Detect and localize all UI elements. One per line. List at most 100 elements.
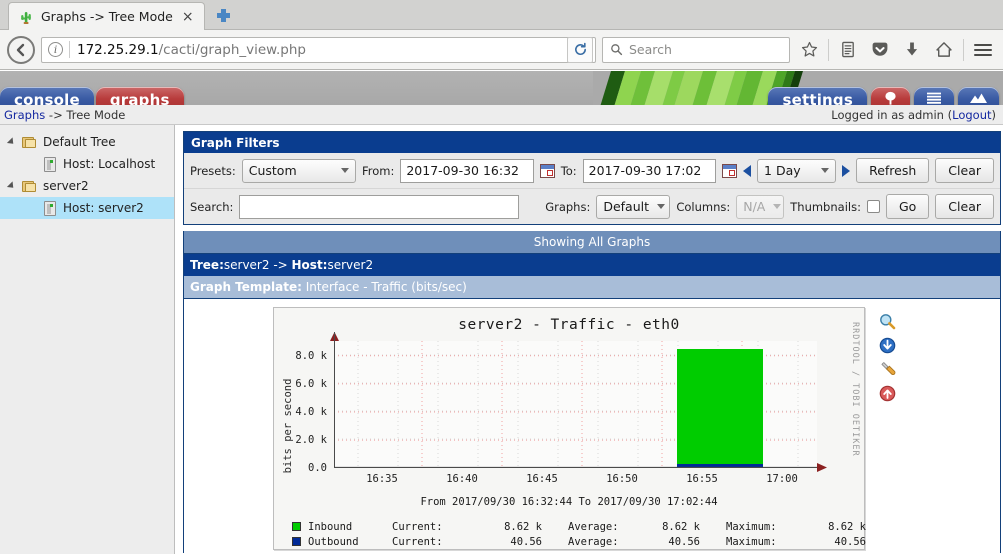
presets-value: Custom: [248, 163, 297, 178]
tree-sidebar: Default Tree Host: Localhost server2 Hos…: [0, 125, 175, 554]
chevron-down-icon: [773, 204, 782, 209]
legend-col-maximum: Maximum:: [726, 520, 777, 533]
chevron-down-icon: [821, 168, 830, 173]
graphs-select[interactable]: Default: [596, 194, 671, 219]
legend-average-outbound: 40.56: [668, 535, 700, 548]
calendar-icon-2[interactable]: [722, 163, 738, 178]
filters-row-1: Presets: Custom From: 2017-09-30 16:32 T…: [184, 153, 1000, 188]
legend-name-outbound: Outbound: [308, 535, 359, 548]
graph-properties-icon[interactable]: [879, 361, 896, 377]
x-axis-arrow-icon: [817, 463, 827, 472]
y-tick-3: 6.0 k: [295, 377, 327, 390]
calendar-icon[interactable]: [539, 163, 555, 178]
tab-settings[interactable]: settings: [768, 87, 867, 105]
tree-icon: [882, 90, 899, 106]
search-placeholder: Search: [629, 42, 672, 57]
to-label: To:: [560, 163, 577, 178]
graph-legend: Inbound Current: 8.62 k Average: 8.62 k …: [292, 519, 866, 549]
clear-button[interactable]: Clear: [935, 158, 994, 183]
cacti-secondary-tabs: settings: [768, 71, 1001, 105]
url-path: /cacti/graph_view.php: [158, 41, 306, 58]
rrdtool-watermark: RRDTOOL / TOBI OETIKER: [850, 322, 860, 457]
tree-node-default-tree[interactable]: Default Tree: [0, 131, 174, 153]
presets-select[interactable]: Custom: [241, 158, 356, 183]
from-input[interactable]: 2017-09-30 16:32: [400, 158, 534, 183]
expand-collapse-icon[interactable]: [0, 137, 22, 147]
go-button[interactable]: Go: [885, 194, 930, 219]
graph-search-input[interactable]: [239, 194, 520, 219]
timespan-select[interactable]: 1 Day: [757, 158, 837, 183]
tab-graphs[interactable]: graphs: [95, 87, 184, 105]
pocket-icon[interactable]: [867, 37, 893, 63]
graphs-label: Graphs:: [545, 199, 591, 214]
browser-window: Graphs -> Tree Mode × i 172.25.29.1/cact…: [0, 0, 1003, 554]
identity-icon[interactable]: i: [48, 42, 63, 57]
legend-col-current-2: Current:: [392, 535, 443, 548]
back-icon[interactable]: [7, 35, 35, 64]
graph-filters-panel: Graph Filters Presets: Custom From: 2017…: [183, 131, 1001, 225]
library-icon[interactable]: [835, 37, 861, 63]
menu-icon[interactable]: [970, 37, 996, 63]
clear-filters-button[interactable]: Clear: [935, 194, 994, 219]
tab-preview-view[interactable]: [958, 87, 999, 105]
browser-tab[interactable]: Graphs -> Tree Mode ×: [8, 2, 205, 30]
from-value: 2017-09-30 16:32: [406, 163, 519, 178]
chevron-down-icon: [340, 168, 349, 173]
navigation-toolbar: i 172.25.29.1/cacti/graph_view.php Searc…: [0, 30, 1003, 70]
next-period-icon[interactable]: [842, 164, 851, 177]
legend-swatch-inbound: [292, 522, 301, 531]
reload-icon[interactable]: [567, 36, 593, 63]
template-name: Interface - Traffic (bits/sec): [301, 280, 467, 294]
search-label: Search:: [190, 199, 234, 214]
legend-col-average: Average:: [568, 520, 619, 533]
rrd-graph[interactable]: server2 - Traffic - eth0 bits per second…: [273, 307, 866, 550]
legend-swatch-outbound: [292, 537, 301, 546]
legend-average-inbound: 8.62 k: [662, 520, 700, 533]
new-tab-button[interactable]: [211, 2, 237, 28]
zoom-icon[interactable]: [879, 313, 896, 330]
expand-collapse-icon[interactable]: [0, 181, 22, 191]
tree-name: server2: [223, 258, 270, 272]
tab-console[interactable]: console: [0, 87, 94, 105]
list-icon: [925, 91, 943, 106]
graph-range-text: From 2017/09/30 16:32:44 To 2017/09/30 1…: [420, 496, 718, 508]
tab-list-view[interactable]: [914, 87, 954, 105]
search-icon: [611, 44, 623, 56]
refresh-button[interactable]: Refresh: [856, 158, 930, 183]
to-input[interactable]: 2017-09-30 17:02: [582, 158, 717, 183]
tree-node-server2[interactable]: server2: [0, 175, 174, 197]
tree-node-label: Default Tree: [43, 135, 116, 149]
plot-canvas: [334, 341, 817, 468]
x-tick-0: 16:35: [366, 473, 398, 485]
bookmark-star-icon[interactable]: [796, 37, 822, 63]
tree-node-host-localhost[interactable]: Host: Localhost: [0, 153, 174, 175]
logout-link[interactable]: Logout: [952, 108, 991, 122]
tab-tree-view[interactable]: [871, 87, 910, 105]
y-tick-0: 0.0: [308, 462, 327, 474]
legend-col-current: Current:: [392, 520, 443, 533]
page-top-icon[interactable]: [879, 385, 896, 402]
close-icon[interactable]: ×: [180, 10, 196, 24]
legend-maximum-inbound: 8.62 k: [828, 520, 866, 533]
from-label: From:: [361, 163, 395, 178]
previous-period-icon[interactable]: [743, 164, 752, 177]
tree-node-label: Host: server2: [63, 201, 144, 215]
y-tick-4: 8.0 k: [295, 349, 327, 362]
home-icon[interactable]: [931, 37, 957, 63]
login-close: ): [991, 107, 997, 122]
download-icon[interactable]: [899, 37, 925, 63]
csv-export-icon[interactable]: [879, 337, 896, 354]
main-content: Graph Filters Presets: Custom From: 2017…: [175, 125, 1003, 554]
plus-icon: [217, 8, 231, 22]
legend-maximum-outbound: 40.56: [834, 535, 866, 548]
url-bar[interactable]: i 172.25.29.1/cacti/graph_view.php: [41, 36, 596, 63]
plot-area: 0.0 2.0 k 4.0 k 6.0 k 8.0 k 16:35 16:40 …: [295, 332, 827, 485]
template-prefix: Graph Template:: [190, 280, 302, 294]
tree-node-host-server2[interactable]: Host: server2: [0, 197, 174, 219]
search-input[interactable]: Search: [602, 36, 790, 63]
folder-icon: [22, 136, 37, 149]
graph-area: server2 - Traffic - eth0 bits per second…: [183, 299, 1001, 553]
graph-template-bar: Graph Template: Interface - Traffic (bit…: [183, 276, 1001, 299]
thumbnails-checkbox[interactable]: [866, 200, 880, 213]
breadcrumb-link-graphs[interactable]: Graphs: [4, 108, 45, 122]
